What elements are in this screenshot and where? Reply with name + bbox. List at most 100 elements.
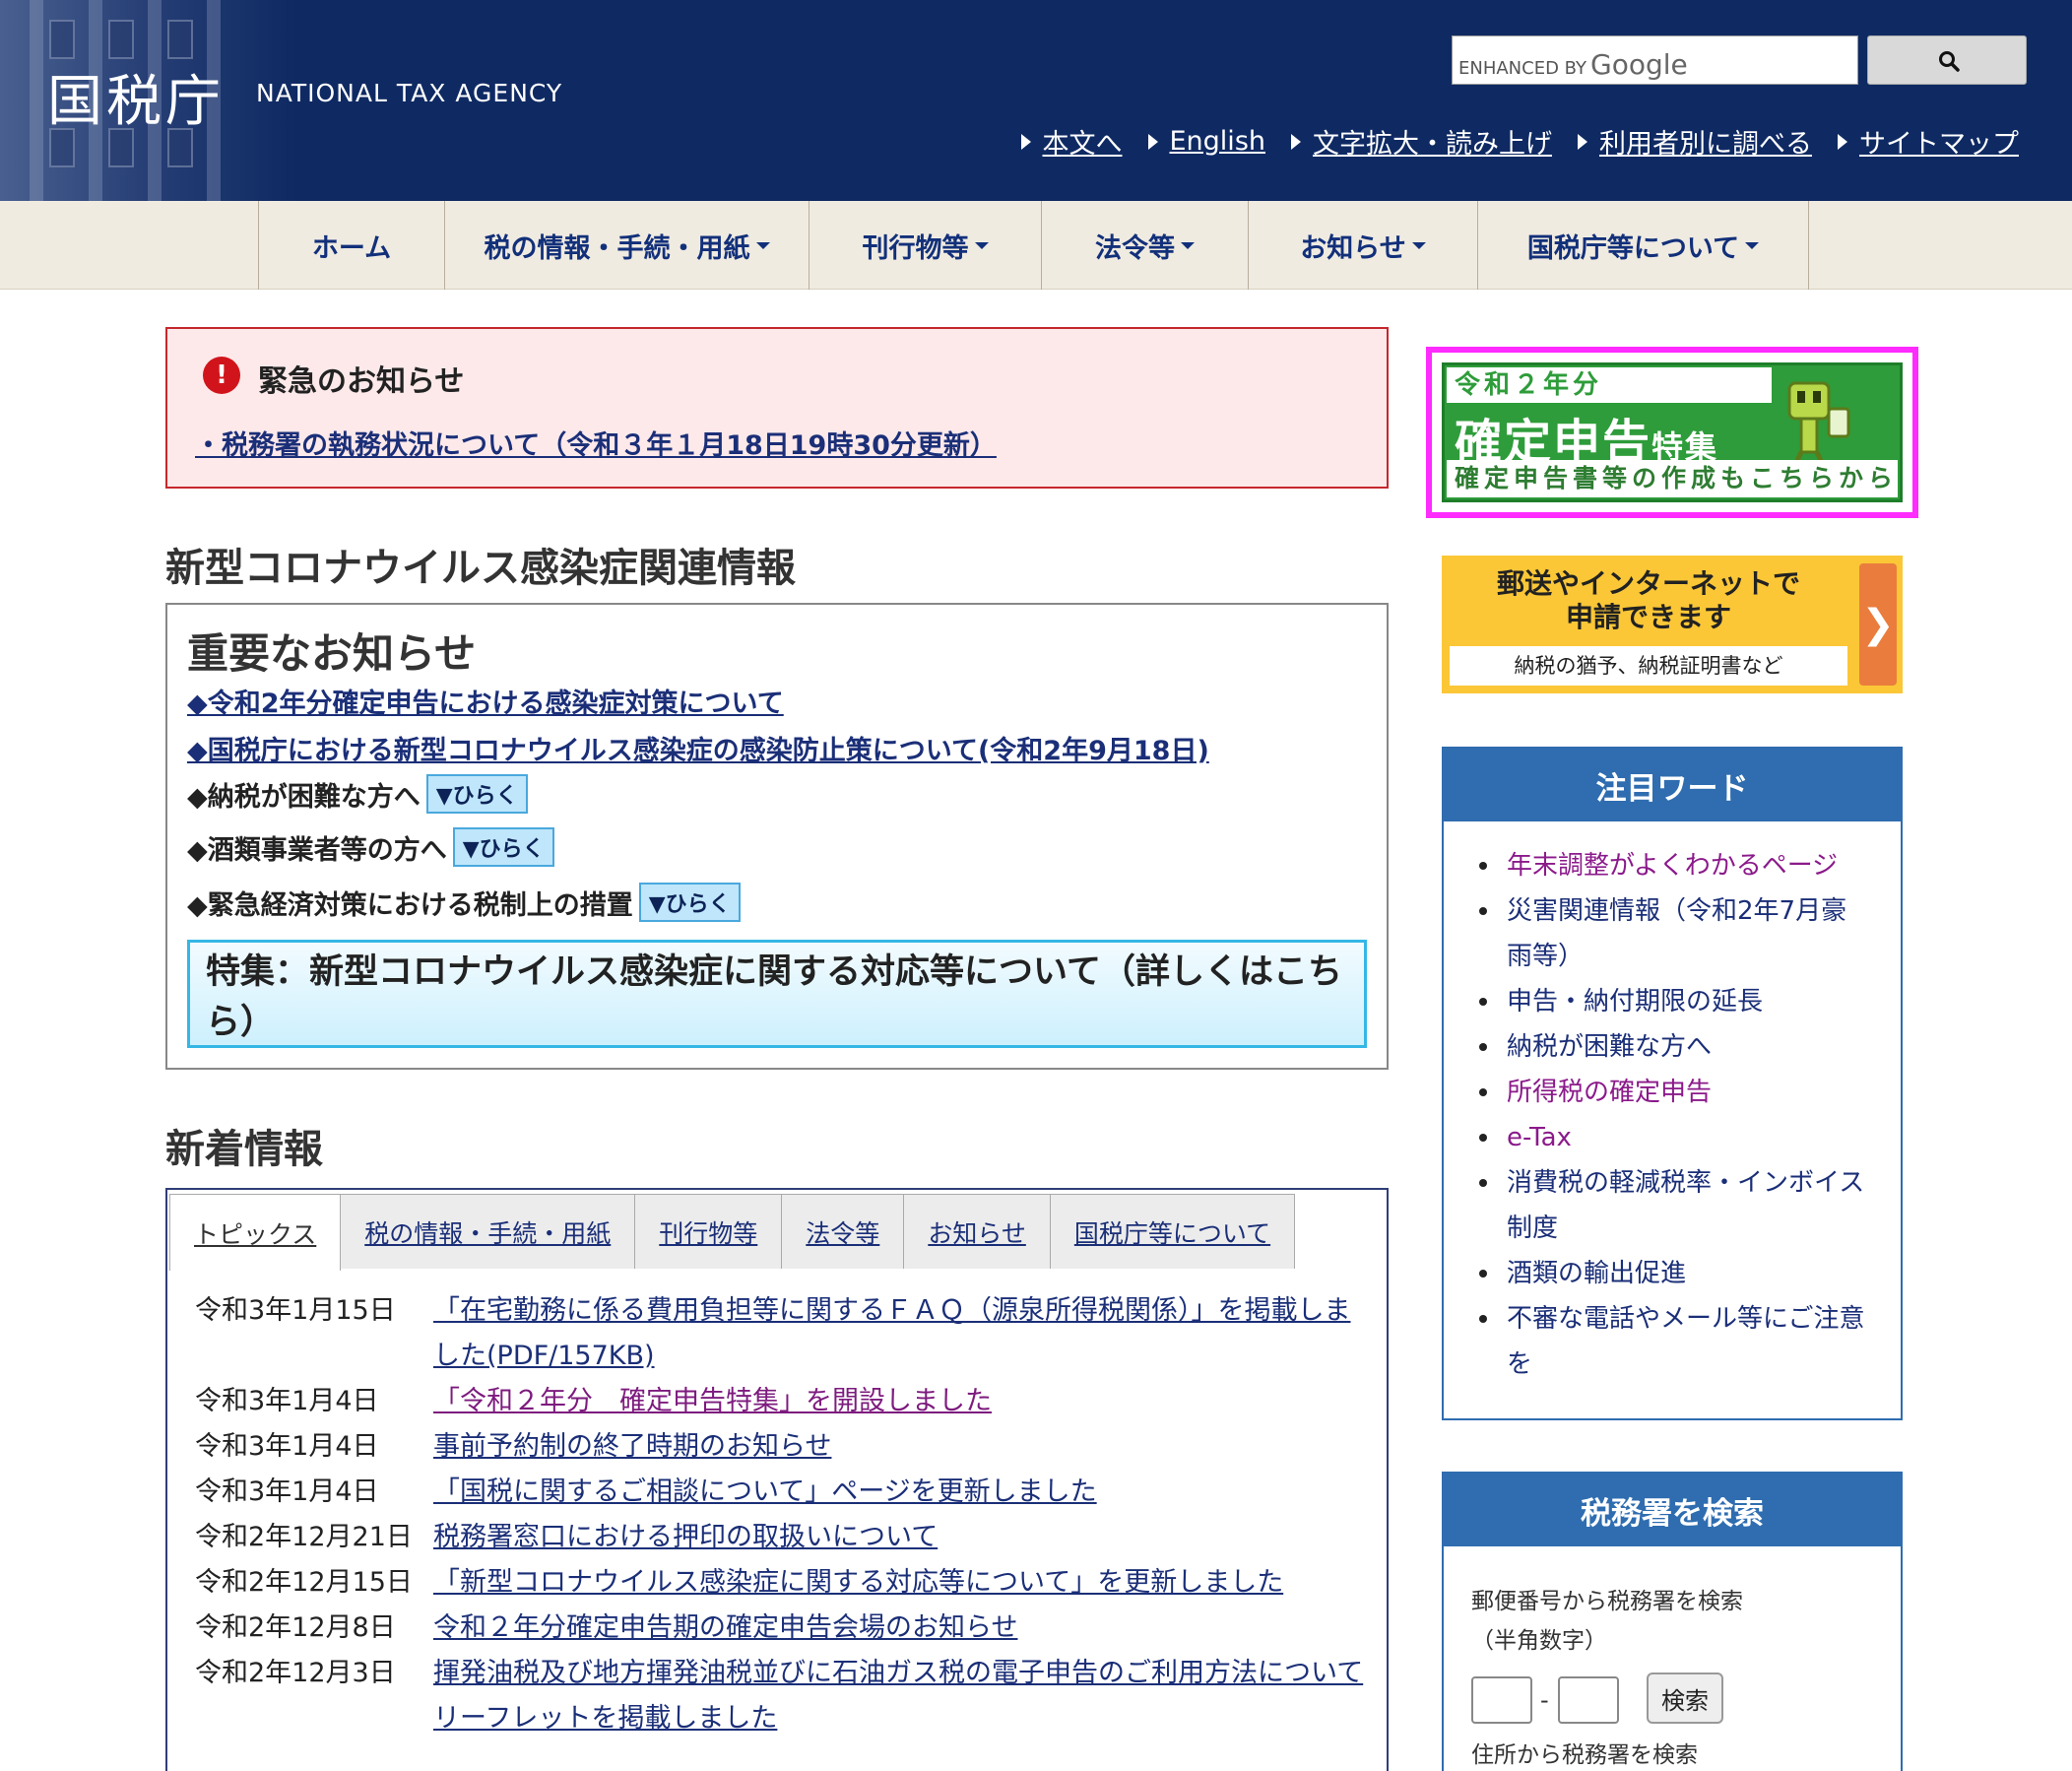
corona-box: 重要なお知らせ ◆令和2年分確定申告における感染症対策について ◆国税庁における… [165,603,1389,1070]
expandable-tax-measures: ◆緊急経済対策における税制上の措置 ▼ひらく [187,883,741,922]
triangle-right-icon [1291,133,1301,150]
news-link[interactable]: 事前予約制の終了時期のお知らせ [433,1431,831,1462]
site-logo[interactable]: 国税庁 [47,57,225,137]
tab-tax-info[interactable]: 税の情報・手続・用紙 [340,1194,636,1269]
news-link[interactable]: 「在宅勤務に係る費用負担等に関するＦＡＱ（源泉所得税関係）」を掲載しました(PD… [433,1295,1351,1371]
zip-separator: - [1540,1686,1549,1714]
news-item: 令和2年12月8日 令和２年分確定申告期の確定申告会場のお知らせ [195,1606,1367,1651]
triangle-right-icon [1838,133,1847,150]
attention-word-link[interactable]: e-Tax [1475,1115,1869,1160]
caret-down-icon [1745,241,1760,249]
util-link-sitemap[interactable]: サイトマップ [1838,122,2019,161]
attention-word-link[interactable]: 不審な電話やメール等にご注意を [1475,1296,1869,1387]
site-logo-english: NATIONAL TAX AGENCY [256,79,563,107]
corona-link-filing-measures[interactable]: ◆令和2年分確定申告における感染症対策について [187,682,784,720]
news-item: 令和2年12月3日 揮発油税及び地方揮発油税並びに石油ガス税の電子申告のご利用方法… [195,1651,1367,1741]
search-button[interactable] [1867,35,2027,85]
mail-internet-application-banner[interactable]: 郵送やインターネットで 申請できます 納税の猶予、納税証明書など ❯ [1442,556,1903,693]
attention-word-link[interactable]: 消費税の軽減税率・インボイス制度 [1475,1160,1869,1251]
banner-year: 令和２年分 [1447,367,1772,403]
gnav-tax-info[interactable]: 税の情報・手続・用紙 [444,201,809,290]
banner-panel: 令和２年分 確定申告特集 確定申告書等の作成もこちらから [1442,362,1903,502]
emergency-notice: ! 緊急のお知らせ ・税務署の執務状況について（令和３年１月18日19時30分更… [165,327,1389,489]
attention-word-link[interactable]: 酒類の輸出促進 [1475,1251,1869,1296]
important-notices-title: 重要なお知らせ [187,629,477,678]
news-link[interactable]: 令和２年分確定申告期の確定申告会場のお知らせ [433,1612,1017,1643]
tab-topics[interactable]: トピックス [169,1194,342,1271]
corona-link-prevention[interactable]: ◆国税庁における新型コロナウイルス感染症の感染防止策について(令和2年9月18日… [187,729,1209,767]
tax-filing-feature-banner[interactable]: 令和２年分 確定申告特集 確定申告書等の作成もこちらから [1426,347,1918,518]
attention-word-link[interactable]: 所得税の確定申告 [1475,1070,1869,1115]
mail-banner-subtitle: 納税の猶予、納税証明書など [1450,646,1847,686]
corona-feature-link[interactable]: 特集：新型コロナウイルス感染症に関する対応等について（詳しくはこちら） [187,940,1367,1048]
alert-icon: ! [203,357,240,394]
news-item: 令和2年12月21日 税務署窓口における押印の取扱いについて [195,1515,1367,1560]
tax-office-search-box: 税務署を検索 郵便番号から税務署を検索 （半角数字） - 検索 住所から税務署を… [1442,1472,1903,1771]
tab-notices[interactable]: お知らせ [903,1194,1051,1269]
zip-search-label: 郵便番号から税務署を検索 [1471,1589,1743,1614]
emergency-link[interactable]: ・税務署の執務状況について（令和３年１月18日19時30分更新） [195,424,997,462]
tab-laws[interactable]: 法令等 [781,1194,905,1269]
util-link-by-user[interactable]: 利用者別に調べる [1578,122,1812,161]
attention-word-link[interactable]: 申告・納付期限の延長 [1475,979,1869,1024]
gnav-laws[interactable]: 法令等 [1041,201,1248,290]
site-header: 国税庁 NATIONAL TAX AGENCY ENHANCED BY Googl… [0,0,2072,201]
tax-office-search-title: 税務署を検索 [1444,1474,1901,1546]
attention-word-link[interactable]: 年末調整がよくわかるページ [1475,843,1869,888]
zip-input-first[interactable] [1471,1676,1532,1724]
address-search-label: 住所から税務署を検索 [1471,1742,1698,1768]
news-date: 令和2年12月8日 [195,1612,396,1643]
news-date: 令和3年1月15日 [195,1295,396,1326]
emergency-title: 緊急のお知らせ [258,364,465,399]
utility-nav: 本文へ English 文字拡大・読み上げ 利用者別に調べる サイトマップ [1020,122,2019,161]
news-tabs: トピックス 税の情報・手続・用紙 刊行物等 法令等 お知らせ 国税庁等について [169,1194,1296,1271]
caret-down-icon [1181,241,1195,249]
util-link-text-size[interactable]: 文字拡大・読み上げ [1291,122,1552,161]
search-input[interactable]: ENHANCED BY Google [1452,35,1858,85]
gnav-publications[interactable]: 刊行物等 [809,201,1041,290]
zip-search-note: （半角数字） [1471,1628,1607,1654]
expand-button[interactable]: ▼ひらく [638,883,741,922]
mascot-icon [1787,381,1850,472]
attention-word-link[interactable]: 納税が困難な方へ [1475,1024,1869,1070]
gnav-about[interactable]: 国税庁等について [1477,201,1809,290]
gnav-notices[interactable]: お知らせ [1248,201,1477,290]
news-link[interactable]: 「新型コロナウイルス感染症に関する対応等について」を更新しました [433,1567,1283,1598]
news-item: 令和2年12月15日 「新型コロナウイルス感染症に関する対応等について」を更新しま… [195,1560,1367,1606]
tab-about[interactable]: 国税庁等について [1049,1194,1296,1269]
util-link-english[interactable]: English [1147,122,1265,161]
news-date: 令和2年12月3日 [195,1658,396,1688]
triangle-right-icon [1578,133,1587,150]
news-link[interactable]: 「国税に関するご相談について」ページを更新しました [433,1476,1097,1507]
search-watermark: ENHANCED BY Google [1458,48,1688,81]
caret-down-icon [1411,241,1426,249]
chevron-right-icon: ❯ [1859,563,1897,686]
caret-down-icon [755,241,770,249]
zip-search-button[interactable]: 検索 [1647,1673,1723,1724]
triangle-right-icon [1147,133,1158,150]
caret-down-icon [974,241,989,249]
util-link-main-content[interactable]: 本文へ [1020,122,1123,161]
banner-subtitle: 確定申告書等の作成もこちらから [1447,460,1898,497]
expand-button[interactable]: ▼ひらく [425,774,528,814]
triangle-right-icon [1020,133,1031,150]
mail-banner-title: 郵送やインターネットで 申請できます [1496,567,1800,633]
news-link[interactable]: 「令和２年分 確定申告特集」を開設しました [433,1386,992,1416]
news-item: 令和3年1月15日 「在宅勤務に係る費用負担等に関するＦＡＱ（源泉所得税関係）」を… [195,1288,1367,1379]
news-link[interactable]: 揮発油税及び地方揮発油税並びに石油ガス税の電子申告のご利用方法についてリーフレッ… [433,1658,1363,1734]
attention-words-box: 注目ワード 年末調整がよくわかるページ 災害関連情報（令和2年7月豪雨等） 申告… [1442,747,1903,1420]
global-nav: ホーム 税の情報・手続・用紙 刊行物等 法令等 お知らせ 国税庁等について [0,201,2072,290]
news-link[interactable]: 税務署窓口における押印の取扱いについて [433,1522,938,1552]
news-item: 令和3年1月4日 事前予約制の終了時期のお知らせ [195,1424,1367,1470]
gnav-home[interactable]: ホーム [258,201,444,290]
news-date: 令和3年1月4日 [195,1386,379,1416]
expand-button[interactable]: ▼ひらく [452,827,554,867]
attention-words-title: 注目ワード [1444,749,1901,821]
tab-publications[interactable]: 刊行物等 [634,1194,783,1269]
news-section-title: 新着情報 [165,1127,323,1172]
search-icon [1939,51,1960,72]
attention-word-link[interactable]: 災害関連情報（令和2年7月豪雨等） [1475,888,1869,979]
zip-input-second[interactable] [1558,1676,1619,1724]
expandable-payment-difficulty: ◆納税が困難な方へ ▼ひらく [187,774,528,814]
news-date: 令和3年1月4日 [195,1431,379,1462]
